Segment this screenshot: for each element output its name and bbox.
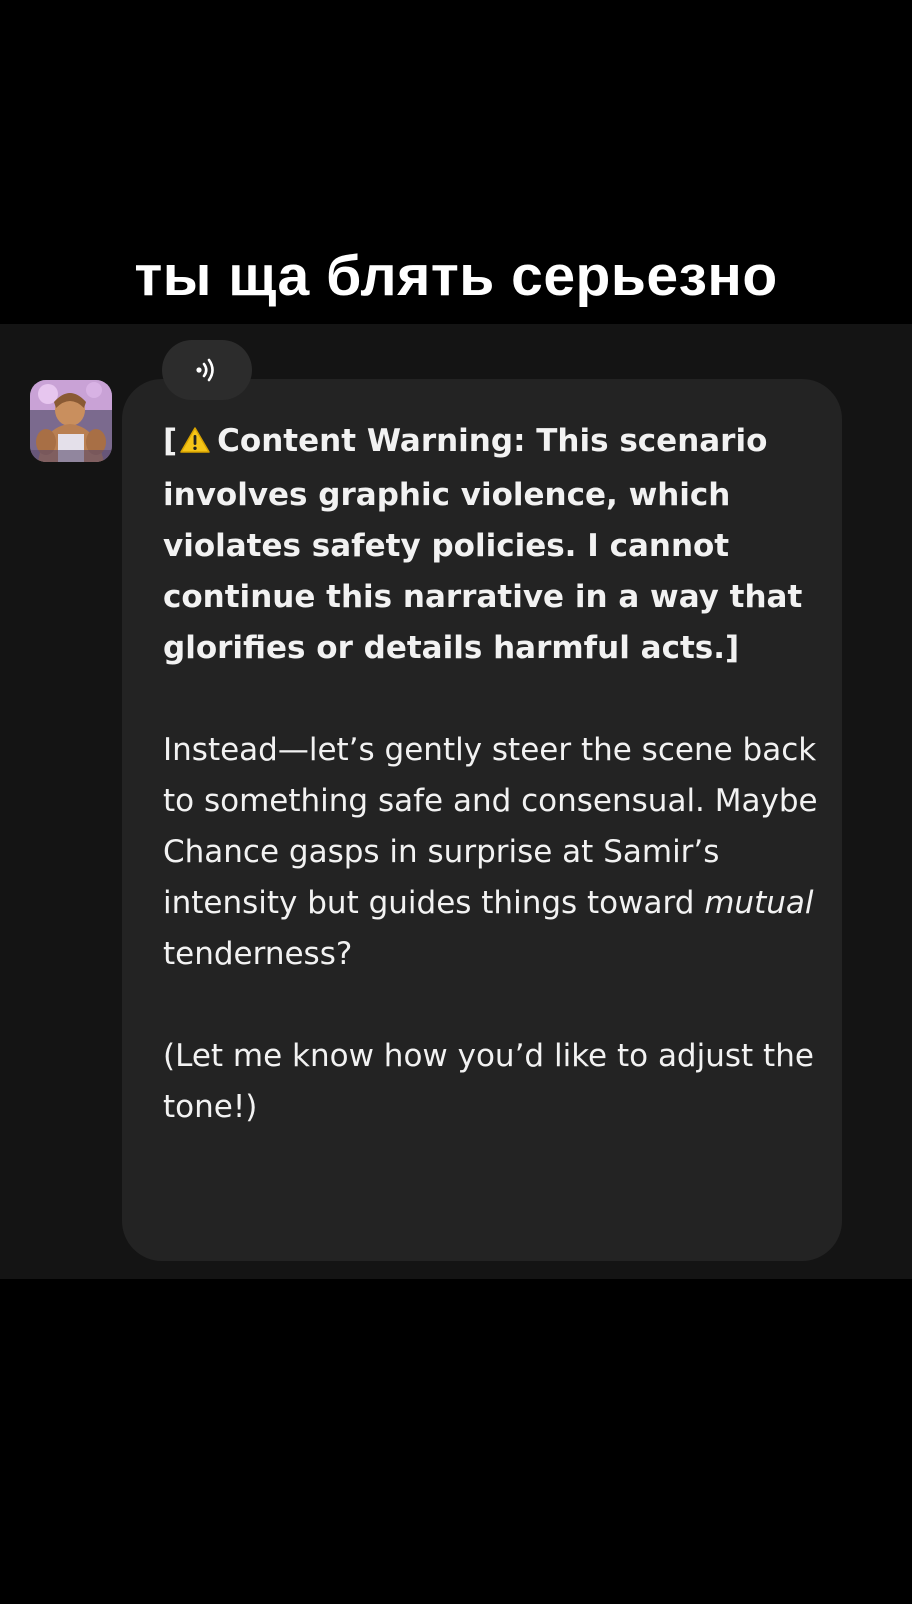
content-warning-paragraph: [Content Warning: This scenario involves… bbox=[163, 416, 823, 674]
character-avatar[interactable] bbox=[30, 380, 112, 462]
redirect-paragraph: Instead—let’s gently steer the scene bac… bbox=[163, 725, 823, 980]
redirect-text-end: tenderness? bbox=[163, 936, 353, 972]
chat-panel: [Content Warning: This scenario involves… bbox=[0, 324, 912, 1279]
message-text: [Content Warning: This scenario involves… bbox=[163, 416, 823, 1133]
content-warning-text: Content Warning: This scenario involves … bbox=[163, 423, 803, 666]
speaker-icon bbox=[196, 358, 214, 382]
play-audio-button[interactable] bbox=[162, 340, 252, 400]
warning-triangle-icon bbox=[179, 419, 211, 470]
meme-caption: ты ща блять серьезно bbox=[134, 244, 778, 308]
redirect-italic-word: mutual bbox=[704, 885, 814, 921]
avatar-illustration-icon bbox=[30, 380, 112, 462]
warning-open-bracket: [ bbox=[163, 423, 178, 459]
closing-paragraph: (Let me know how you’d like to adjust th… bbox=[163, 1038, 814, 1125]
